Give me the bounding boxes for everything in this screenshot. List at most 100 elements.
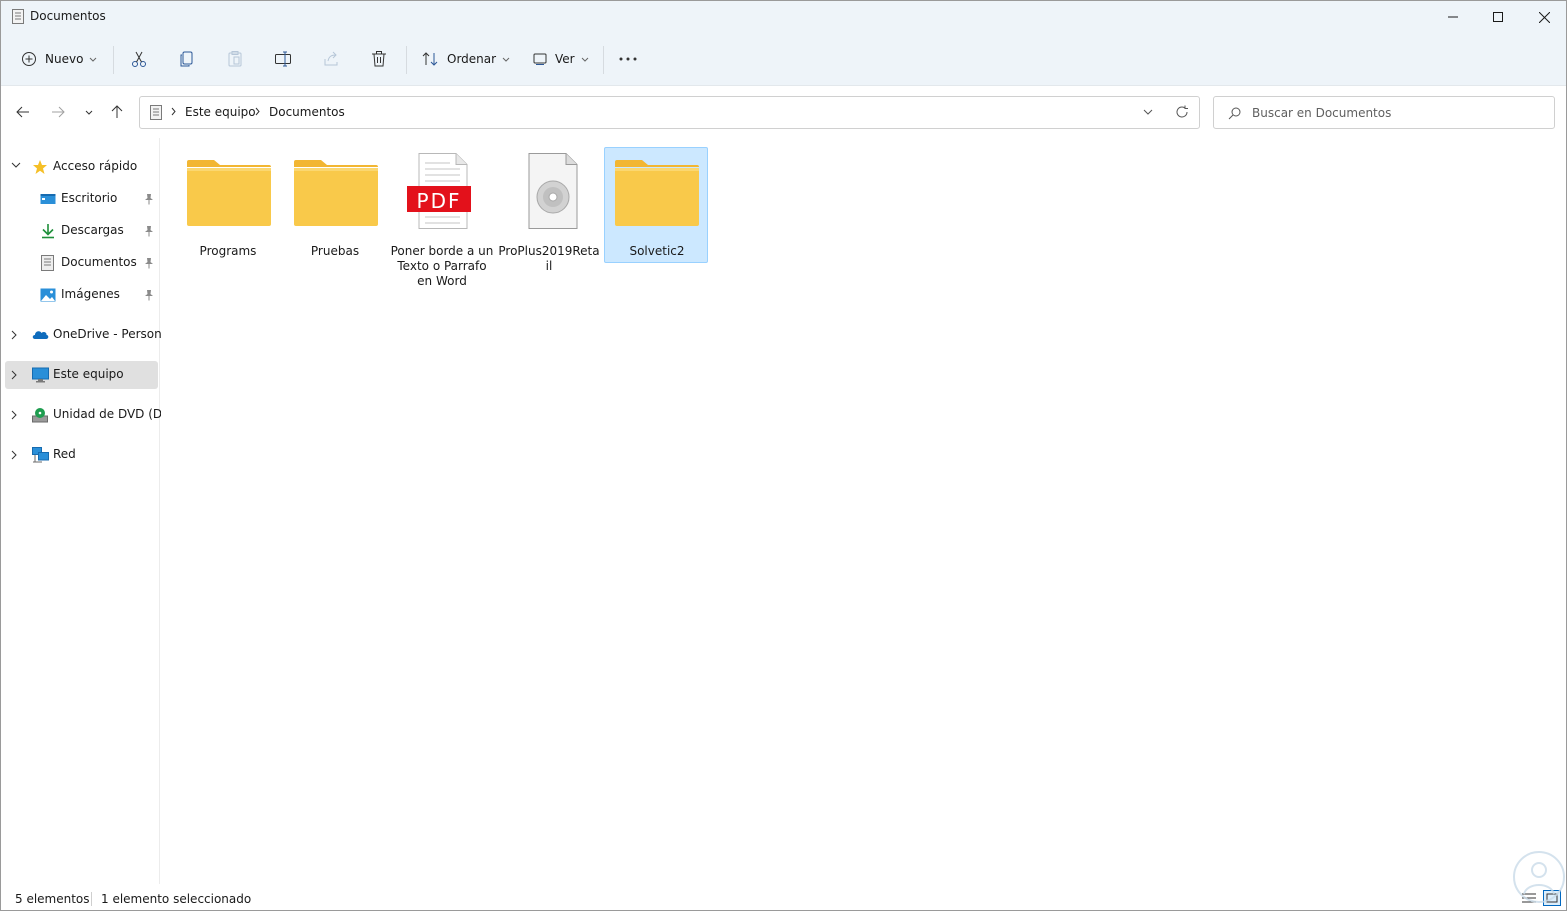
nav-item-imagenes[interactable]: Imágenes <box>5 281 158 309</box>
share-button[interactable] <box>322 45 340 73</box>
breadcrumb-documentos[interactable]: Documentos <box>269 105 345 119</box>
clipboard-icon <box>228 51 242 67</box>
chevron-down-icon[interactable] <box>11 162 21 169</box>
new-button[interactable]: Nuevo <box>21 45 97 73</box>
chevron-down-icon <box>1143 109 1153 115</box>
view-button[interactable]: Ver <box>533 45 589 73</box>
sort-label: Ordenar <box>447 52 497 66</box>
dvd-drive-icon <box>32 408 48 423</box>
refresh-icon <box>1176 105 1188 118</box>
trash-icon <box>372 51 386 67</box>
nav-item-label: Documentos <box>61 255 137 269</box>
nav-item-documentos[interactable]: Documentos <box>5 249 158 277</box>
chevron-right-icon <box>171 107 176 116</box>
paste-button[interactable] <box>226 45 244 73</box>
chevron-right-icon[interactable] <box>11 330 18 340</box>
arrow-up-icon <box>111 105 123 118</box>
nav-item-onedrive[interactable]: OneDrive - Personal <box>5 321 172 349</box>
nav-item-red[interactable]: Red <box>5 441 158 469</box>
nav-item-label: OneDrive - Personal <box>53 327 173 341</box>
pin-icon <box>145 290 153 301</box>
disc-image-icon <box>528 153 578 229</box>
file-item-solvetic2[interactable]: Solvetic2 <box>604 147 708 263</box>
search-box[interactable] <box>1213 96 1555 129</box>
address-history-dropdown[interactable] <box>1143 105 1153 122</box>
plus-circle-icon <box>22 52 36 66</box>
document-location-icon <box>150 105 162 120</box>
file-name: Pruebas <box>310 244 360 258</box>
breadcrumb-este-equipo[interactable]: Este equipo <box>185 105 256 119</box>
forward-button[interactable] <box>46 100 70 124</box>
nav-item-label: Imágenes <box>61 287 120 301</box>
file-item-programs[interactable]: Programs <box>176 147 280 297</box>
rename-button[interactable] <box>274 45 292 73</box>
status-bar: 5 elementos 1 elemento seleccionado <box>1 884 1566 910</box>
nav-item-este-equipo[interactable]: Este equipo <box>5 361 158 389</box>
nav-item-label: Escritorio <box>61 191 118 205</box>
pin-icon <box>145 194 153 205</box>
document-icon <box>41 255 54 271</box>
chevron-down-icon <box>90 57 97 62</box>
chevron-right-icon[interactable] <box>11 370 18 380</box>
cloud-icon <box>32 331 49 339</box>
nav-item-label: Descargas <box>61 223 124 237</box>
copy-button[interactable] <box>178 45 196 73</box>
up-button[interactable] <box>105 100 129 124</box>
nav-item-quick-access[interactable]: Acceso rápido <box>5 153 158 181</box>
nav-item-dvd-drive[interactable]: Unidad de DVD (D:) <box>5 401 171 429</box>
address-row: Este equipo Documentos <box>1 86 1566 138</box>
recent-locations-button[interactable] <box>77 100 101 124</box>
pdf-badge-label: PDF <box>416 189 462 213</box>
nav-item-label: Este equipo <box>53 367 124 381</box>
close-icon <box>1538 11 1550 23</box>
back-button[interactable] <box>11 100 35 124</box>
nav-item-label: Acceso rápido <box>53 159 138 173</box>
file-item-iso[interactable]: ProPlus2019Retail <box>497 147 601 297</box>
close-button[interactable] <box>1521 1 1566 33</box>
chevron-right-icon[interactable] <box>11 410 18 420</box>
nav-item-descargas[interactable]: Descargas <box>5 217 158 245</box>
minimize-button[interactable] <box>1430 1 1476 33</box>
folder-icon <box>294 160 378 226</box>
maximize-button[interactable] <box>1475 1 1521 33</box>
folder-icon <box>615 160 699 226</box>
file-view: Programs Pruebas PDF Poner borde a un Te… <box>161 138 1566 884</box>
more-options-button[interactable] <box>618 45 638 73</box>
search-input[interactable] <box>1252 103 1542 123</box>
refresh-button[interactable] <box>1175 105 1189 122</box>
navigation-pane: Acceso rápido Escritorio Descargas Docum… <box>1 138 172 884</box>
toolbar-divider <box>406 46 407 74</box>
arrow-left-icon <box>16 106 29 118</box>
nav-item-escritorio[interactable]: Escritorio <box>5 185 158 213</box>
pin-icon <box>145 258 153 269</box>
file-item-pdf[interactable]: PDF Poner borde a un Texto o Parrafo en … <box>390 147 494 297</box>
computer-icon <box>32 367 49 383</box>
address-bar[interactable]: Este equipo Documentos <box>139 96 1200 129</box>
arrow-right-icon <box>52 106 65 118</box>
toolbar-divider <box>603 46 604 74</box>
delete-button[interactable] <box>370 45 388 73</box>
chevron-right-icon[interactable] <box>11 450 18 460</box>
new-label: Nuevo <box>45 52 84 66</box>
file-item-pruebas[interactable]: Pruebas <box>283 147 387 297</box>
toolbar-divider <box>113 46 114 74</box>
download-icon <box>42 224 54 239</box>
cut-button[interactable] <box>130 45 148 73</box>
document-app-icon <box>12 9 24 24</box>
command-bar: Nuevo Ordenar Ver <box>1 33 1566 86</box>
desktop-icon <box>40 194 56 204</box>
nav-item-label: Red <box>53 447 76 461</box>
status-divider <box>91 892 92 906</box>
chevron-down-icon <box>85 110 93 115</box>
share-icon <box>324 51 338 66</box>
sort-button[interactable]: Ordenar <box>421 45 510 73</box>
title-bar: Documentos <box>1 1 1566 33</box>
folder-icon <box>187 160 271 226</box>
nav-item-label: Unidad de DVD (D:) <box>53 407 171 421</box>
sort-arrows-icon <box>422 52 438 66</box>
file-name: ProPlus2019Retail <box>498 244 600 273</box>
image-icon <box>40 288 56 302</box>
window-title: Documentos <box>30 9 106 23</box>
pin-icon <box>145 226 153 237</box>
view-icon <box>533 53 547 65</box>
